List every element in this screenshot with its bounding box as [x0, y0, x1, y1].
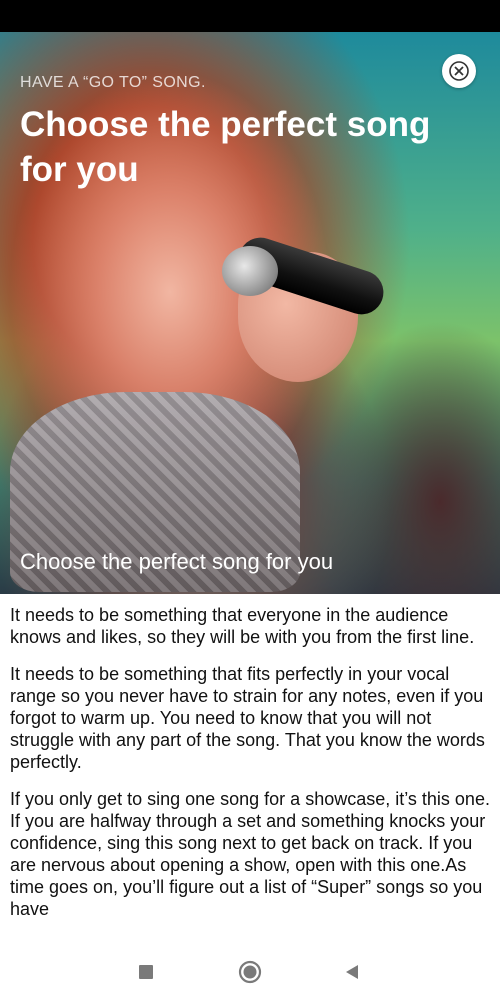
article-paragraph: It needs to be something that fits perfe… [10, 664, 485, 772]
status-bar [0, 0, 500, 32]
article-paragraph: If you only get to sing one song for a s… [10, 789, 490, 919]
hero-eyebrow: HAVE A “GO TO” SONG. [20, 74, 206, 91]
close-icon [449, 61, 469, 81]
home-circle-icon [238, 960, 262, 987]
back-button[interactable] [339, 960, 365, 986]
hero-photo-microphone-head [222, 246, 278, 296]
recents-square-icon [138, 964, 154, 983]
article-body[interactable]: It needs to be something that everyone i… [0, 594, 500, 946]
home-button[interactable] [237, 960, 263, 986]
article-paragraph: It needs to be something that everyone i… [10, 605, 475, 647]
back-triangle-icon [344, 964, 360, 983]
hero-image: HAVE A “GO TO” SONG. Choose the perfect … [0, 32, 500, 594]
navigation-bar [0, 946, 500, 1000]
hero-caption: Choose the perfect song for you [20, 549, 334, 574]
close-button[interactable] [442, 54, 476, 88]
page-title: Choose the perfect song for you [20, 105, 431, 189]
recents-button[interactable] [133, 960, 159, 986]
